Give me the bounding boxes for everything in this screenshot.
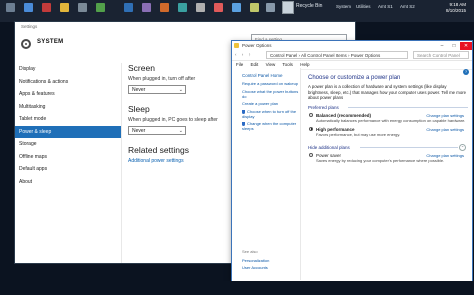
nav-item-power-sleep[interactable]: Power & sleep: [15, 125, 121, 138]
nav-item-display[interactable]: Display: [15, 63, 121, 76]
tray-item[interactable]: Amt S1: [378, 4, 393, 9]
left-link[interactable]: Change when the computer sleeps: [232, 121, 300, 131]
menu-edit[interactable]: Edit: [251, 62, 259, 67]
see-also-label: See also: [242, 249, 258, 254]
clock[interactable]: 9:18 AM 8/10/2015: [446, 2, 466, 14]
plan-desc: Automatically balances performance with …: [316, 117, 466, 123]
left-link-label: Change when the computer sleeps: [242, 121, 297, 131]
menu-file[interactable]: File: [236, 62, 243, 67]
hide-additional-plans[interactable]: Hide additional plans ⌃: [308, 143, 468, 151]
nav-item-about[interactable]: About: [15, 176, 121, 189]
control-panel-home-link[interactable]: Control Panel Home: [232, 68, 300, 78]
radio-high-performance[interactable]: [309, 126, 313, 131]
power-options-icon: [234, 43, 239, 48]
left-link[interactable]: Create a power plan: [232, 101, 300, 106]
power-main-desc: A power plan is a collection of hardware…: [308, 84, 467, 100]
menu-tools[interactable]: Tools: [282, 62, 293, 67]
desktop-icon[interactable]: [124, 3, 133, 12]
plan-desc: Saves energy by reducing your computer's…: [316, 157, 445, 163]
preferred-plans-label: Preferred plans: [308, 105, 468, 110]
desktop-icon[interactable]: [178, 3, 187, 12]
left-link[interactable]: Choose what the power buttons do: [232, 89, 300, 99]
preferred-plans-text: Preferred plans: [308, 104, 339, 110]
nav-item-apps[interactable]: Apps & features: [15, 88, 121, 101]
desktop-icon[interactable]: [250, 3, 259, 12]
left-link[interactable]: Require a password on wakeup: [232, 81, 300, 86]
sleep-value: Never: [132, 128, 146, 134]
screen-value: Never: [132, 87, 146, 93]
nav-item-notifications[interactable]: Notifications & actions: [15, 76, 121, 89]
clock-date: 8/10/2015: [445, 8, 466, 13]
radio-power-saver[interactable]: [309, 152, 313, 157]
desktop-bottom-strip: [0, 281, 474, 295]
window-controls: – □ ✕: [436, 41, 472, 51]
chevron-up-icon[interactable]: ⌃: [459, 143, 466, 151]
hide-additional-plans-text: Hide additional plans: [308, 144, 350, 150]
change-plan-settings-link[interactable]: Change plan settings: [426, 153, 464, 158]
desktop-icon[interactable]: [232, 3, 241, 12]
radio-balanced[interactable]: [309, 112, 313, 117]
power-main-pane: Choose or customize a power plan A power…: [308, 68, 468, 167]
nav-item-offline-maps[interactable]: Offline maps: [15, 151, 121, 164]
desktop-top-strip: Recycle Bin System Utilities Amt S1 Amt …: [0, 0, 474, 22]
tray-item[interactable]: System: [336, 4, 351, 9]
desktop-icon[interactable]: [142, 3, 151, 12]
nav-item-multitasking[interactable]: Multitasking: [15, 101, 121, 114]
left-link-label: Choose when to turn off the display: [242, 108, 297, 119]
page-title: SYSTEM: [37, 39, 64, 45]
divider: [360, 147, 458, 148]
chevron-down-icon: ⌄: [178, 128, 183, 134]
desktop-icon[interactable]: [214, 3, 223, 12]
sleep-dropdown[interactable]: Never ⌄: [128, 126, 186, 135]
menu-help[interactable]: Help: [300, 62, 309, 67]
power-main-title: Choose or customize a power plan: [308, 75, 401, 81]
address-bar: ‹ › ↑ Control Panel › All Control Panel …: [232, 50, 472, 61]
see-also-link[interactable]: Personalization: [242, 258, 269, 263]
see-also-link[interactable]: User Accounts: [242, 265, 268, 270]
desktop-icon[interactable]: [42, 3, 51, 12]
gear-icon: [21, 39, 31, 49]
recycle-bin-icon[interactable]: [282, 1, 294, 14]
desktop-icon[interactable]: [266, 3, 275, 12]
desktop-icon[interactable]: [78, 3, 87, 12]
chevron-down-icon: ⌄: [178, 87, 183, 93]
plan-balanced[interactable]: Balanced (recommended) Automatically bal…: [308, 112, 468, 123]
plan-power-saver[interactable]: Power saver Saves energy by reducing you…: [308, 152, 468, 163]
desktop-icon[interactable]: [160, 3, 169, 12]
nav-item-storage[interactable]: Storage: [15, 138, 121, 151]
desktop-icon[interactable]: [60, 3, 69, 12]
change-plan-settings-link[interactable]: Change plan settings: [426, 113, 464, 118]
desktop-icon[interactable]: [24, 3, 33, 12]
left-link[interactable]: Choose when to turn off the display: [232, 109, 300, 119]
plan-high-performance[interactable]: High performance Favors performance, but…: [308, 126, 468, 137]
plan-desc: Favors performance, but may use more ene…: [316, 131, 401, 137]
divider: [348, 107, 468, 108]
nav-item-tablet-mode[interactable]: Tablet mode: [15, 113, 121, 126]
recycle-bin-label: Recycle Bin: [296, 3, 323, 9]
power-options-window: Power Options – □ ✕ ‹ › ↑ Control Panel › …: [231, 40, 473, 282]
nav-arrows-icon[interactable]: ‹ › ↑: [235, 50, 253, 60]
power-left-pane: Control Panel Home Require a password on…: [232, 68, 301, 280]
screen-dropdown[interactable]: Never ⌄: [128, 85, 186, 94]
menu-view[interactable]: View: [266, 62, 276, 67]
tray-item[interactable]: Amt S2: [400, 4, 415, 9]
address-input[interactable]: Control Panel › All Control Panel Items …: [266, 51, 408, 59]
power-title: Power Options: [242, 43, 272, 48]
desktop-icon[interactable]: [96, 3, 105, 12]
settings-nav: Display Notifications & actions Apps & f…: [15, 63, 122, 263]
settings-title: Settings: [15, 22, 355, 31]
change-plan-settings-link[interactable]: Change plan settings: [426, 127, 464, 132]
search-input[interactable]: Search Control Panel: [413, 51, 469, 59]
tray-item[interactable]: Utilities: [356, 4, 371, 9]
power-titlebar: Power Options – □ ✕: [232, 41, 472, 51]
nav-item-default-apps[interactable]: Default apps: [15, 163, 121, 176]
desktop-icon[interactable]: [6, 3, 15, 12]
desktop-icon[interactable]: [196, 3, 205, 12]
